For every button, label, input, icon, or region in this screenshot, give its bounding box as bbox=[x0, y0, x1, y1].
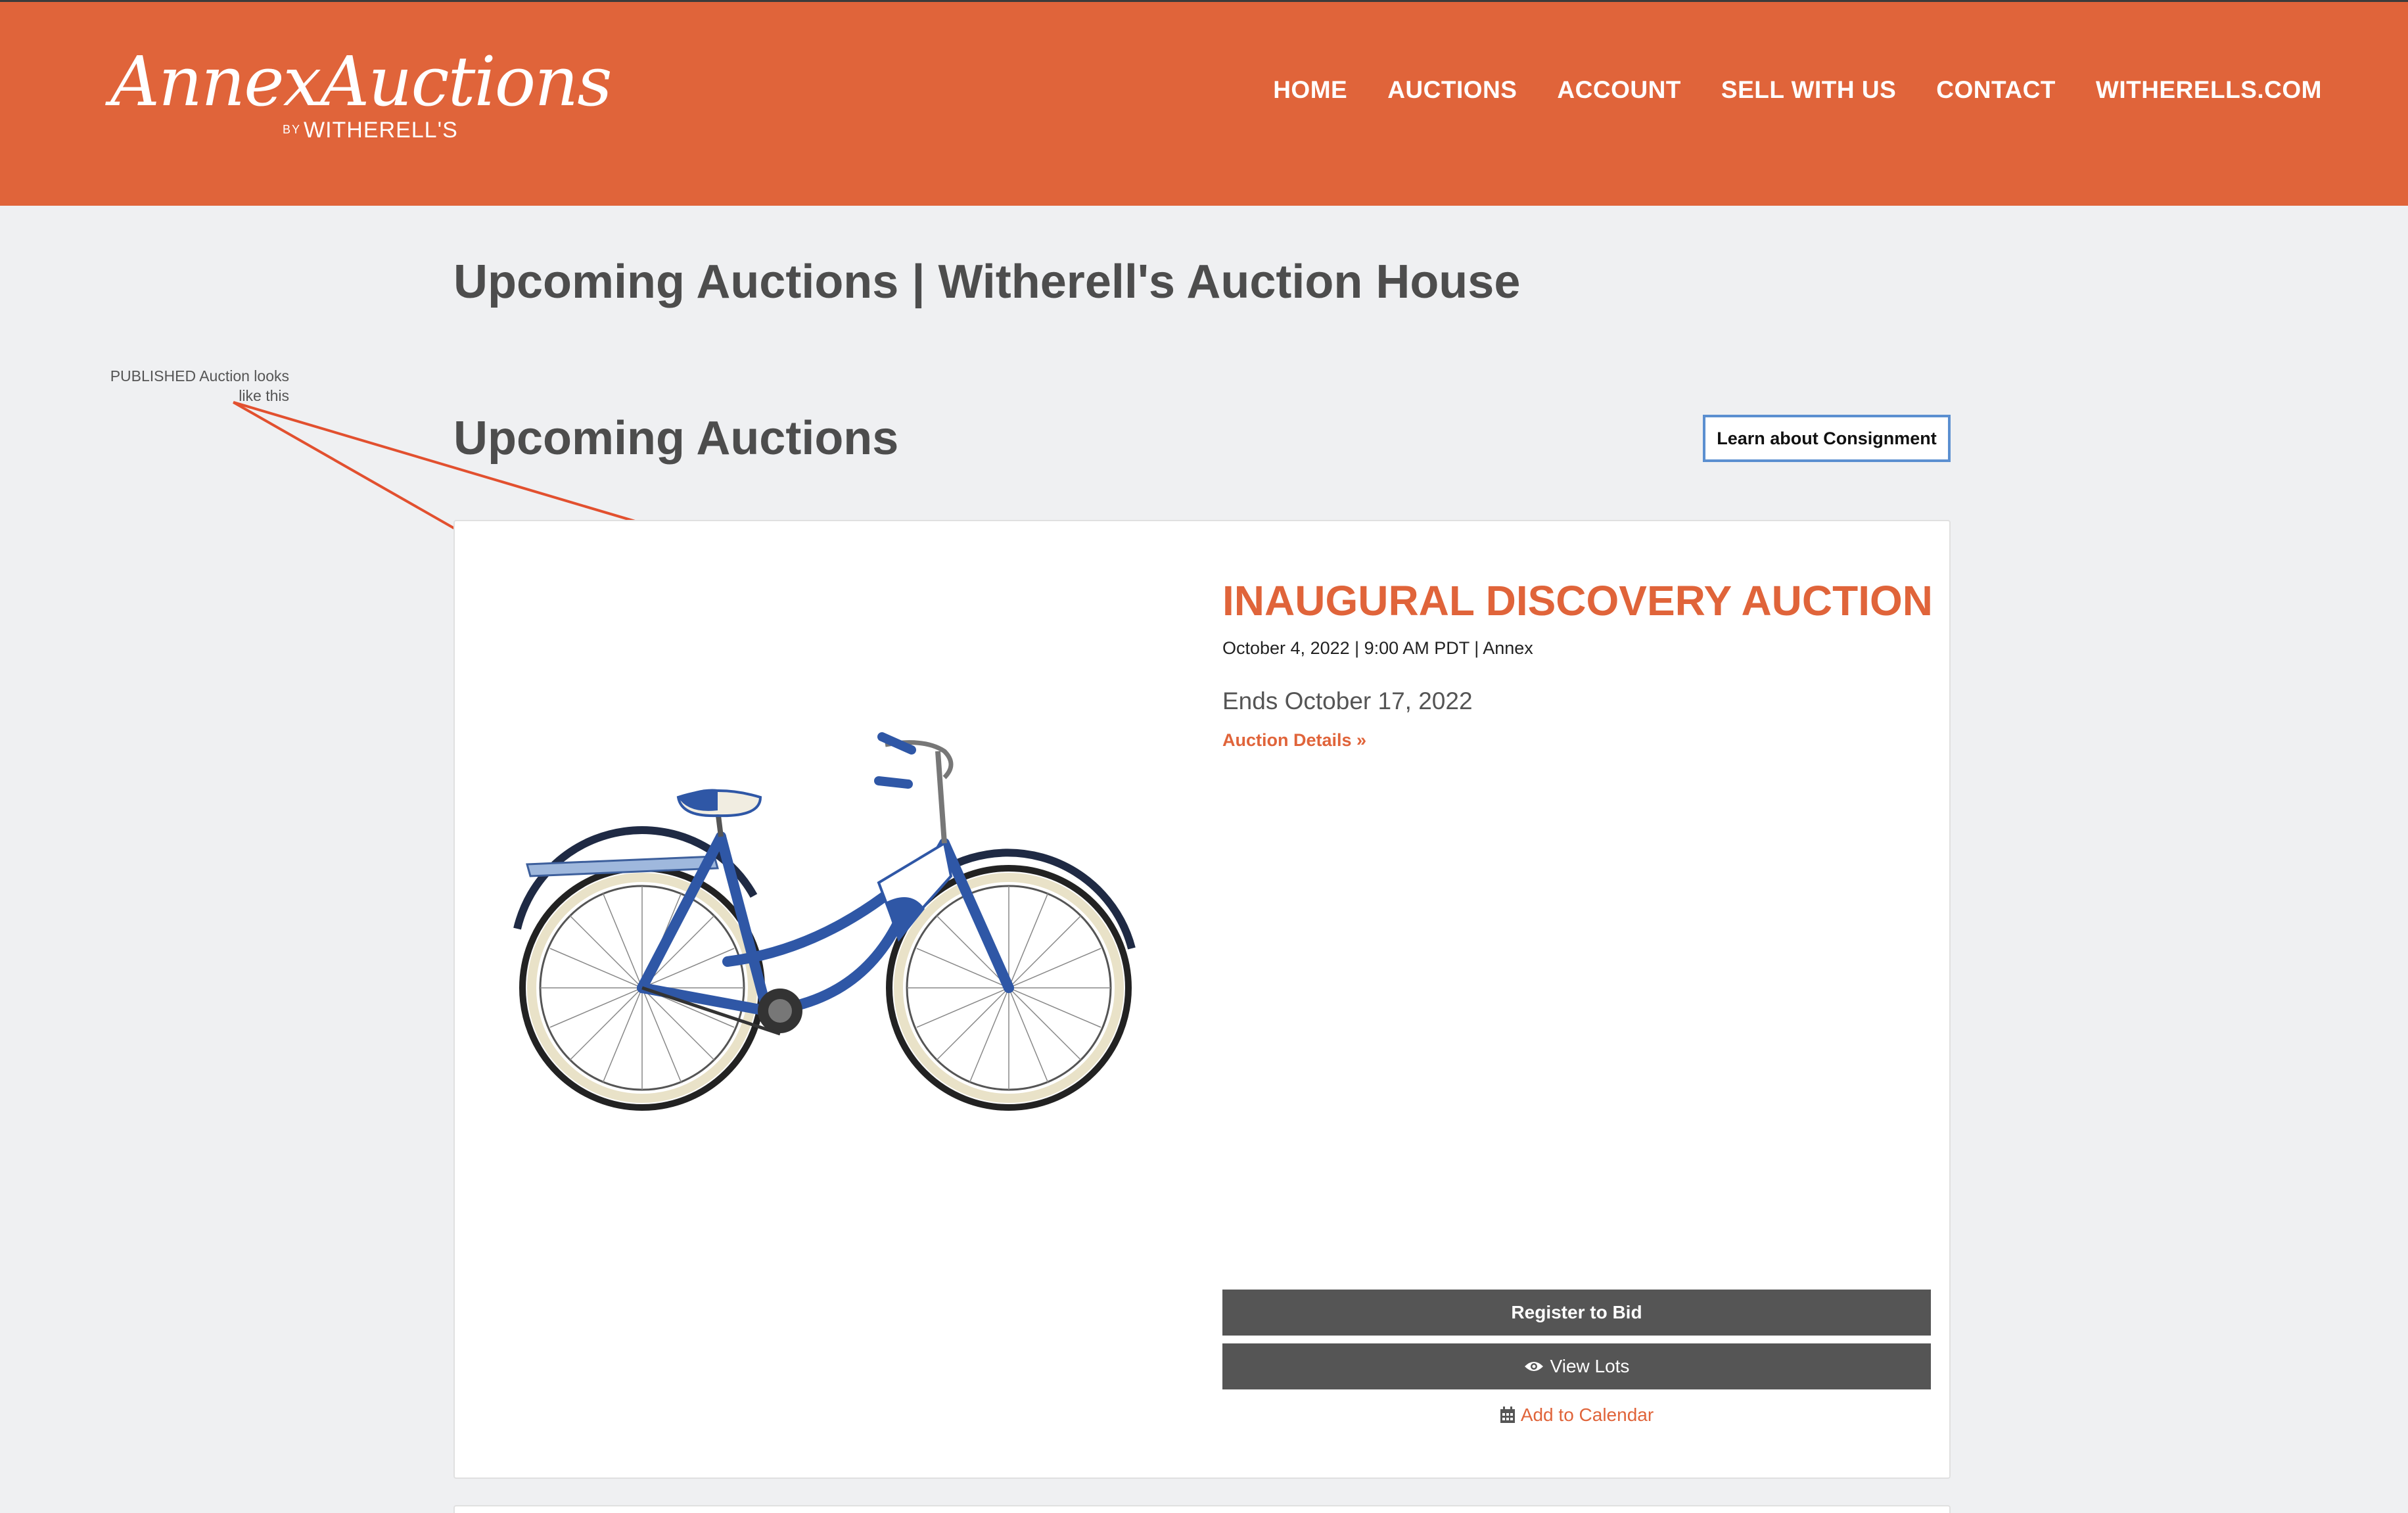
next-auction-card bbox=[453, 1505, 1951, 1513]
add-to-calendar-label: Add to Calendar bbox=[1520, 1405, 1654, 1425]
view-lots-button[interactable]: View Lots bbox=[1222, 1343, 1931, 1389]
auction-date-time-location: October 4, 2022 | 9:00 AM PDT | Annex bbox=[1222, 638, 1533, 658]
bicycle-image[interactable] bbox=[491, 712, 1161, 1119]
eye-icon bbox=[1524, 1362, 1543, 1371]
calendar-icon bbox=[1500, 1407, 1515, 1423]
auction-details-link[interactable]: Auction Details » bbox=[1222, 730, 1366, 751]
view-lots-label: View Lots bbox=[1550, 1356, 1630, 1376]
page: AnnexAuctions BY WITHERELL'S HOME AUCTIO… bbox=[0, 0, 2408, 1513]
add-to-calendar-link[interactable]: Add to Calendar bbox=[1222, 1405, 1931, 1426]
register-to-bid-button[interactable]: Register to Bid bbox=[1222, 1290, 1931, 1336]
auction-card: INAUGURAL DISCOVERY AUCTION October 4, 2… bbox=[453, 520, 1951, 1479]
auction-end-date: Ends October 17, 2022 bbox=[1222, 687, 1473, 714]
auction-title[interactable]: INAUGURAL DISCOVERY AUCTION bbox=[1222, 576, 1933, 625]
